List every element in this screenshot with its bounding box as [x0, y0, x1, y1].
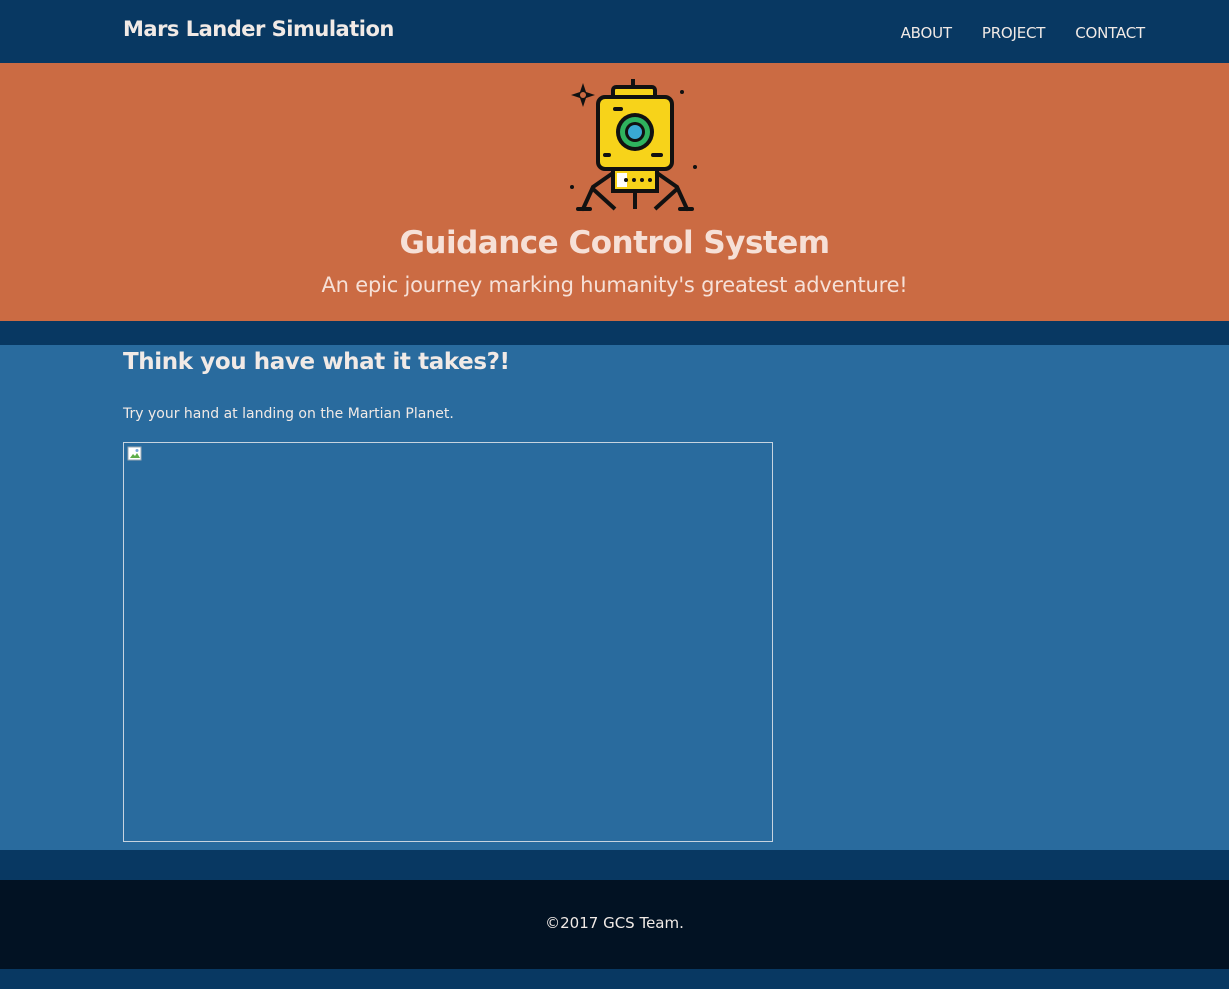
section-description: Try your hand at landing on the Martian … [123, 406, 454, 422]
main-content: Think you have what it takes?! Try your … [0, 345, 1229, 850]
game-embed[interactable] [123, 442, 773, 842]
broken-image-icon [127, 446, 142, 461]
hero-section: Guidance Control System An epic journey … [0, 63, 1229, 321]
nav-links: ABOUT PROJECT CONTACT [901, 24, 1146, 42]
nav-link-contact[interactable]: CONTACT [1075, 24, 1145, 42]
hero-subtitle: An epic journey marking humanity's great… [321, 273, 908, 297]
hero-title: Guidance Control System [399, 225, 830, 261]
navbar: Mars Lander Simulation ABOUT PROJECT CON… [0, 0, 1229, 63]
section-heading: Think you have what it takes?! [123, 349, 510, 375]
nav-link-project[interactable]: PROJECT [982, 24, 1046, 42]
lunar-lander-icon [570, 79, 697, 211]
footer-copyright: ©2017 GCS Team. [545, 914, 684, 932]
section-divider [0, 321, 1229, 345]
brand-link[interactable]: Mars Lander Simulation [123, 17, 394, 41]
nav-link-about[interactable]: ABOUT [901, 24, 952, 42]
footer: ©2017 GCS Team. [0, 880, 1229, 969]
